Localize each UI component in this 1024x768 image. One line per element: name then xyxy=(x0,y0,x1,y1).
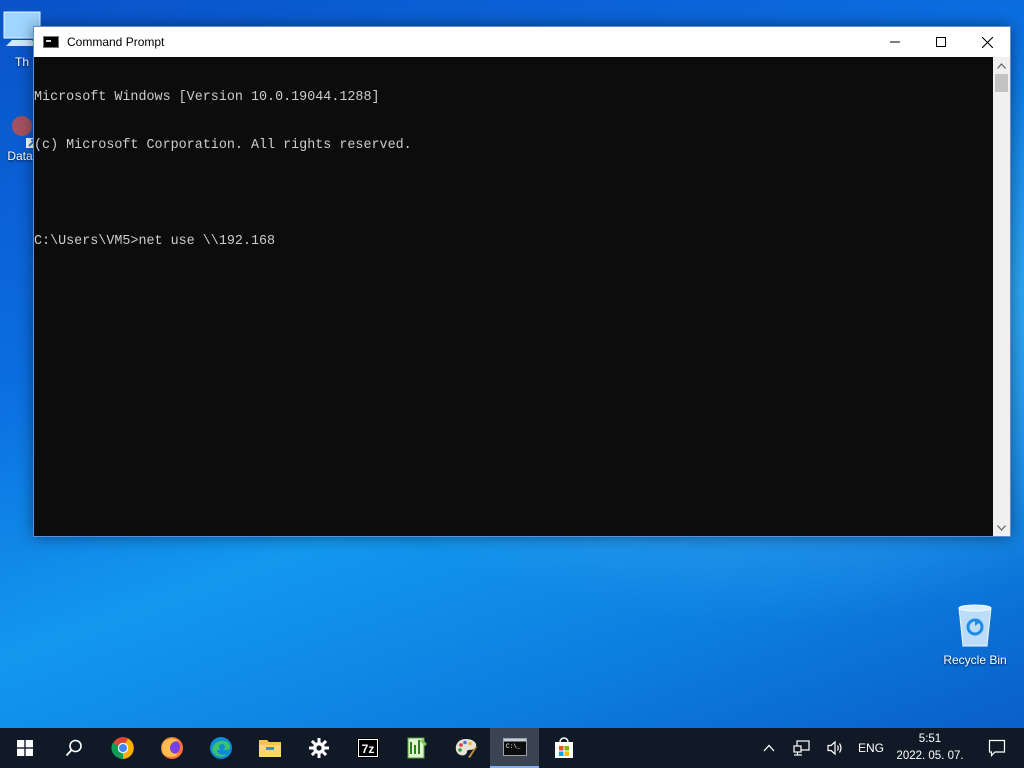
taskbar: 7z C:\_ ENG 5:51 2022. 05. 07. xyxy=(0,728,1024,768)
desktop: Th Data Recycle Bin Command Prompt Micro… xyxy=(0,0,1024,728)
console-output[interactable]: Microsoft Windows [Version 10.0.19044.12… xyxy=(34,57,993,536)
windows-logo-icon xyxy=(16,740,33,756)
notification-icon xyxy=(988,739,1006,757)
firefox-icon xyxy=(160,737,183,759)
network-icon xyxy=(793,740,810,756)
scrollbar-thumb[interactable] xyxy=(995,74,1008,92)
close-button[interactable] xyxy=(964,27,1010,57)
paint-palette-icon xyxy=(455,739,477,758)
minimize-button[interactable] xyxy=(872,27,918,57)
folder-icon xyxy=(258,740,281,757)
chevron-down-icon xyxy=(997,524,1006,531)
notepad-plus-icon xyxy=(407,737,427,759)
store-bag-icon xyxy=(554,737,573,758)
clock-time: 5:51 xyxy=(918,733,942,745)
clock[interactable]: 5:51 2022. 05. 07. xyxy=(890,728,970,768)
chrome-icon xyxy=(110,737,134,759)
chevron-up-icon xyxy=(997,62,1006,69)
volume-button[interactable] xyxy=(818,728,852,768)
start-button[interactable] xyxy=(0,728,49,768)
taskbar-chrome[interactable] xyxy=(98,728,147,768)
console-line: (c) Microsoft Corporation. All rights re… xyxy=(34,138,412,153)
7zip-icon: 7z xyxy=(356,738,379,758)
scroll-up-button[interactable] xyxy=(993,57,1010,74)
vertical-scrollbar[interactable] xyxy=(993,57,1010,536)
desktop-icon-recycle-bin[interactable]: Recycle Bin xyxy=(937,600,1013,667)
search-button[interactable] xyxy=(49,728,98,768)
svg-text:C:\_: C:\_ xyxy=(506,743,521,750)
command-prompt-icon: C:\_ xyxy=(502,738,527,756)
edge-icon xyxy=(209,737,232,759)
recycle-bin-icon xyxy=(958,604,992,647)
window-title: Command Prompt xyxy=(67,35,165,49)
action-center-button[interactable] xyxy=(970,728,1024,768)
console-line: C:\Users\VM5>net use \\192.168 xyxy=(34,234,276,249)
maximize-button[interactable] xyxy=(918,27,964,57)
maximize-icon xyxy=(936,37,946,47)
taskbar-paint[interactable] xyxy=(441,728,490,768)
taskbar-7zip[interactable]: 7z xyxy=(343,728,392,768)
chevron-up-icon xyxy=(763,744,775,752)
search-icon xyxy=(65,739,82,757)
taskbar-command-prompt[interactable]: C:\_ xyxy=(490,728,539,768)
network-button[interactable] xyxy=(786,728,818,768)
cmd-app-icon xyxy=(43,36,59,48)
window-titlebar[interactable]: Command Prompt xyxy=(34,27,1010,57)
command-prompt-window: Command Prompt Microsoft Windows [Versio… xyxy=(33,26,1011,537)
speaker-icon xyxy=(827,740,842,756)
svg-text:7z: 7z xyxy=(361,742,374,756)
console-line: Microsoft Windows [Version 10.0.19044.12… xyxy=(34,90,380,105)
input-language-indicator[interactable]: ENG xyxy=(852,728,890,768)
taskbar-edge[interactable] xyxy=(196,728,245,768)
taskbar-file-explorer[interactable] xyxy=(245,728,294,768)
desktop-icon-label: Recycle Bin xyxy=(943,653,1007,667)
scroll-down-button[interactable] xyxy=(993,519,1010,536)
clock-date: 2022. 05. 07. xyxy=(896,750,964,762)
minimize-icon xyxy=(890,41,900,43)
taskbar-notepad-plus[interactable] xyxy=(392,728,441,768)
taskbar-firefox[interactable] xyxy=(147,728,196,768)
taskbar-settings[interactable] xyxy=(294,728,343,768)
system-tray: ENG 5:51 2022. 05. 07. xyxy=(752,728,1024,768)
taskbar-store[interactable] xyxy=(539,728,588,768)
gear-icon xyxy=(308,738,329,758)
close-icon xyxy=(981,36,993,48)
show-hidden-icons-button[interactable] xyxy=(752,728,786,768)
